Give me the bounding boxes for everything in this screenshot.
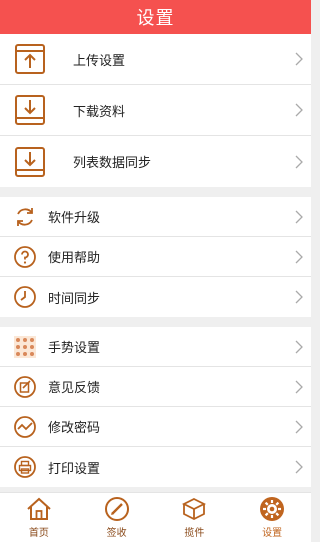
settings-item-feedback[interactable]: 意见反馈	[0, 367, 311, 407]
settings-group-sync: 上传设置 下载资料 列表数据同步	[0, 34, 311, 187]
chevron-right-icon	[295, 380, 305, 394]
settings-item-label: 意见反馈	[48, 381, 101, 396]
chevron-right-icon	[295, 103, 305, 117]
tab-pickup[interactable]: 揽件	[156, 493, 234, 542]
help-icon	[13, 245, 37, 269]
sync-list-icon	[14, 146, 46, 178]
tab-label: 签收	[106, 528, 127, 539]
settings-item-label: 下载资料	[73, 104, 126, 120]
bottom-tab-bar: 首页 签收 揽件 设置	[0, 492, 311, 542]
settings-item-label: 打印设置	[48, 461, 101, 477]
password-icon	[13, 415, 37, 439]
tab-settings[interactable]: 设置	[233, 493, 311, 542]
settings-icon	[259, 496, 285, 522]
settings-item-label: 使用帮助	[48, 251, 101, 266]
chevron-right-icon	[295, 52, 305, 66]
chevron-right-icon	[295, 290, 305, 304]
page-title-bar: 设置	[0, 0, 311, 34]
page-title: 设置	[136, 8, 175, 29]
printer-icon	[13, 455, 37, 479]
settings-item-label: 列表数据同步	[73, 156, 152, 171]
settings-item-label: 修改密码	[48, 421, 101, 436]
chevron-right-icon	[295, 155, 305, 169]
tab-sign[interactable]: 签收	[78, 493, 156, 542]
settings-item-label: 手势设置	[48, 341, 101, 356]
chevron-right-icon	[295, 420, 305, 434]
settings-group-system: 软件升级 使用帮助 时间同步	[0, 197, 311, 317]
settings-item-label: 软件升级	[48, 211, 101, 226]
section-divider	[0, 317, 311, 327]
settings-item-upload[interactable]: 上传设置	[0, 34, 311, 85]
settings-item-label: 时间同步	[48, 291, 101, 307]
chevron-right-icon	[295, 210, 305, 224]
tab-label: 首页	[28, 528, 49, 539]
settings-item-help[interactable]: 使用帮助	[0, 237, 311, 277]
section-divider	[0, 187, 311, 197]
tab-label: 揽件	[184, 528, 205, 539]
tab-label: 设置	[262, 528, 283, 539]
package-icon	[181, 496, 207, 522]
clock-icon	[13, 285, 37, 309]
settings-item-upgrade[interactable]: 软件升级	[0, 197, 311, 237]
chevron-right-icon	[295, 250, 305, 264]
settings-item-gesture[interactable]: 手势设置	[0, 327, 311, 367]
chevron-right-icon	[295, 460, 305, 474]
settings-item-list-sync[interactable]: 列表数据同步	[0, 136, 311, 187]
home-icon	[26, 496, 52, 522]
settings-group-account: 手势设置 意见反馈 修改密码 打印设置	[0, 327, 311, 487]
settings-item-password[interactable]: 修改密码	[0, 407, 311, 447]
tab-home[interactable]: 首页	[0, 493, 78, 542]
refresh-icon	[13, 205, 37, 229]
download-icon	[14, 94, 46, 126]
settings-item-print[interactable]: 打印设置	[0, 447, 311, 487]
settings-item-time-sync[interactable]: 时间同步	[0, 277, 311, 317]
settings-item-label: 上传设置	[73, 53, 126, 69]
settings-item-download[interactable]: 下载资料	[0, 85, 311, 136]
gesture-grid-icon	[13, 335, 37, 359]
sign-icon	[104, 496, 130, 522]
upload-icon	[14, 43, 46, 75]
feedback-icon	[13, 375, 37, 399]
chevron-right-icon	[295, 340, 305, 354]
